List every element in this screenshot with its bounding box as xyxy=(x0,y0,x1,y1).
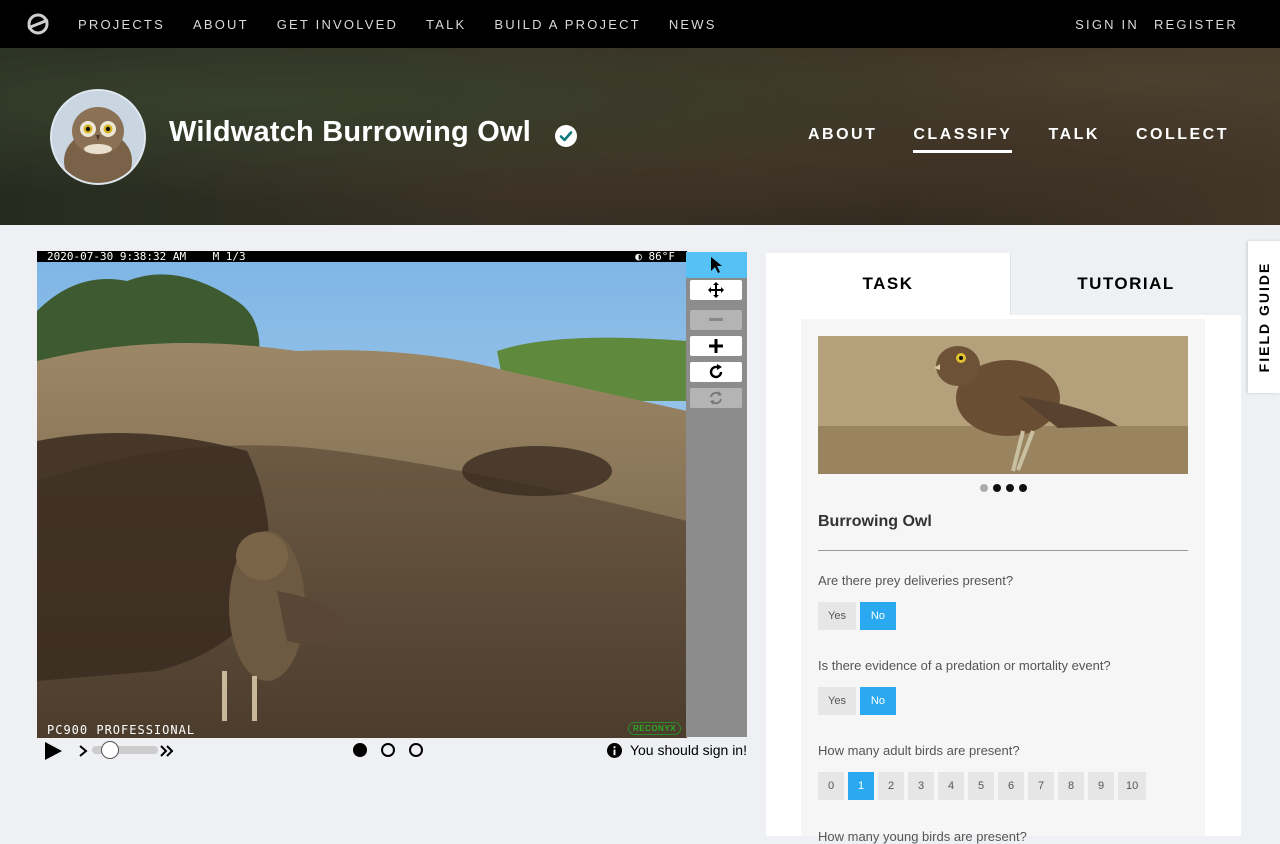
count-4[interactable]: 4 xyxy=(938,772,964,800)
carousel-dots xyxy=(980,484,1027,492)
pointer-icon xyxy=(710,257,722,273)
camera-temperature: ◐ 86°F xyxy=(635,251,675,263)
playback-slider-handle[interactable] xyxy=(101,741,119,759)
site-header: PROJECTS ABOUT GET INVOLVED TALK BUILD A… xyxy=(0,0,1280,48)
task-body: Burrowing Owl Are there prey deliveries … xyxy=(801,319,1205,844)
answer-yes[interactable]: Yes xyxy=(818,602,856,630)
project-header: Wildwatch Burrowing Owl ABOUT CLASSIFY T… xyxy=(0,48,1280,225)
count-1[interactable]: 1 xyxy=(848,772,874,800)
field-guide-label: FIELD GUIDE xyxy=(1256,261,1272,373)
sign-in-link[interactable]: SIGN IN xyxy=(1075,17,1139,32)
move-tool-button[interactable] xyxy=(690,280,742,300)
camera-timestamp: 2020-07-30 9:38:32 AM M 1/3 xyxy=(47,251,246,263)
count-2[interactable]: 2 xyxy=(878,772,904,800)
count-10[interactable]: 10 xyxy=(1118,772,1147,800)
count-3[interactable]: 3 xyxy=(908,772,934,800)
tab-tutorial[interactable]: TUTORIAL xyxy=(1010,253,1241,315)
field-guide-button[interactable]: FIELD GUIDE xyxy=(1248,241,1280,393)
answer-options-adult-count: 0 1 2 3 4 5 6 7 8 9 10 xyxy=(818,772,1147,800)
species-reference-image[interactable] xyxy=(818,336,1188,474)
count-7[interactable]: 7 xyxy=(1028,772,1054,800)
reset-icon xyxy=(710,391,722,405)
nav-about[interactable]: ABOUT xyxy=(193,17,249,32)
frame-2-dot[interactable] xyxy=(381,743,395,757)
verified-check-icon xyxy=(555,125,577,147)
project-nav: ABOUT CLASSIFY TALK COLLECT xyxy=(808,126,1229,153)
count-8[interactable]: 8 xyxy=(1058,772,1084,800)
carousel-dot[interactable] xyxy=(1006,484,1014,492)
burrowing-owl-photo xyxy=(818,336,1188,474)
register-link[interactable]: REGISTER xyxy=(1154,17,1238,32)
frame-1-dot[interactable] xyxy=(353,743,367,757)
nav-news[interactable]: NEWS xyxy=(669,17,717,32)
camera-header: 2020-07-30 9:38:32 AM M 1/3 ◐ 86°F xyxy=(37,251,687,262)
site-nav: PROJECTS ABOUT GET INVOLVED TALK BUILD A… xyxy=(78,0,717,48)
rotate-button[interactable] xyxy=(690,362,742,382)
answer-yes[interactable]: Yes xyxy=(818,687,856,715)
nav-get-involved[interactable]: GET INVOLVED xyxy=(277,17,398,32)
play-icon[interactable] xyxy=(43,741,63,761)
divider xyxy=(818,550,1188,551)
speed-up-icon[interactable] xyxy=(160,745,174,757)
question-predation: Is there evidence of a predation or mort… xyxy=(818,658,1111,673)
count-0[interactable]: 0 xyxy=(818,772,844,800)
zoom-in-button[interactable] xyxy=(690,336,742,356)
task-panel: TASK TUTORIAL Burrowing Owl Are there pr… xyxy=(766,253,1241,844)
camera-brand-logo: RECONYX xyxy=(627,722,681,735)
annotate-tool-button[interactable] xyxy=(686,252,747,278)
question-young-birds: How many young birds are present? xyxy=(818,829,1027,844)
project-avatar[interactable] xyxy=(50,89,146,185)
sign-in-message: You should sign in! xyxy=(629,742,747,758)
count-9[interactable]: 9 xyxy=(1088,772,1114,800)
camera-model: PC900 PROFESSIONAL xyxy=(47,723,196,737)
answer-options-predation: Yes No xyxy=(818,687,896,715)
carousel-dot[interactable] xyxy=(1019,484,1027,492)
project-nav-talk[interactable]: TALK xyxy=(1048,126,1099,153)
zooniverse-logo-icon[interactable] xyxy=(26,12,50,36)
carousel-dot[interactable] xyxy=(980,484,988,492)
project-title: Wildwatch Burrowing Owl xyxy=(169,116,532,148)
slow-down-icon[interactable] xyxy=(78,745,88,757)
owl-avatar-image xyxy=(52,91,144,183)
question-adult-birds: How many adult birds are present? xyxy=(818,743,1020,758)
count-6[interactable]: 6 xyxy=(998,772,1024,800)
answer-no[interactable]: No xyxy=(859,687,896,715)
answer-options-prey: Yes No xyxy=(818,602,896,630)
answer-no[interactable]: No xyxy=(859,602,896,630)
nav-projects[interactable]: PROJECTS xyxy=(78,17,165,32)
question-prey-deliveries: Are there prey deliveries present? xyxy=(818,573,1014,588)
auth-links: SIGN IN REGISTER xyxy=(1075,0,1238,48)
image-toolbar xyxy=(686,252,747,737)
camera-trap-photo xyxy=(37,262,687,738)
reset-button[interactable] xyxy=(690,388,742,408)
nav-talk[interactable]: TALK xyxy=(426,17,466,32)
frame-3-dot[interactable] xyxy=(409,743,423,757)
species-name: Burrowing Owl xyxy=(818,513,932,530)
tab-task[interactable]: TASK xyxy=(766,253,1010,315)
subject-image[interactable]: 2020-07-30 9:38:32 AM M 1/3 ◐ 86°F PC900… xyxy=(37,251,687,738)
sign-in-notice: You should sign in! xyxy=(606,742,747,758)
info-icon xyxy=(606,742,622,758)
rotate-icon xyxy=(709,364,723,379)
playback-controls: You should sign in! xyxy=(37,740,747,764)
nav-build-a-project[interactable]: BUILD A PROJECT xyxy=(494,17,640,32)
move-icon xyxy=(708,282,724,298)
project-nav-collect[interactable]: COLLECT xyxy=(1136,126,1229,153)
zoom-out-button[interactable] xyxy=(690,310,742,330)
project-nav-about[interactable]: ABOUT xyxy=(808,126,877,153)
zoom-out-icon xyxy=(709,318,723,321)
carousel-dot[interactable] xyxy=(993,484,1001,492)
project-nav-classify[interactable]: CLASSIFY xyxy=(913,126,1013,153)
count-5[interactable]: 5 xyxy=(968,772,994,800)
zoom-in-icon xyxy=(709,339,723,353)
